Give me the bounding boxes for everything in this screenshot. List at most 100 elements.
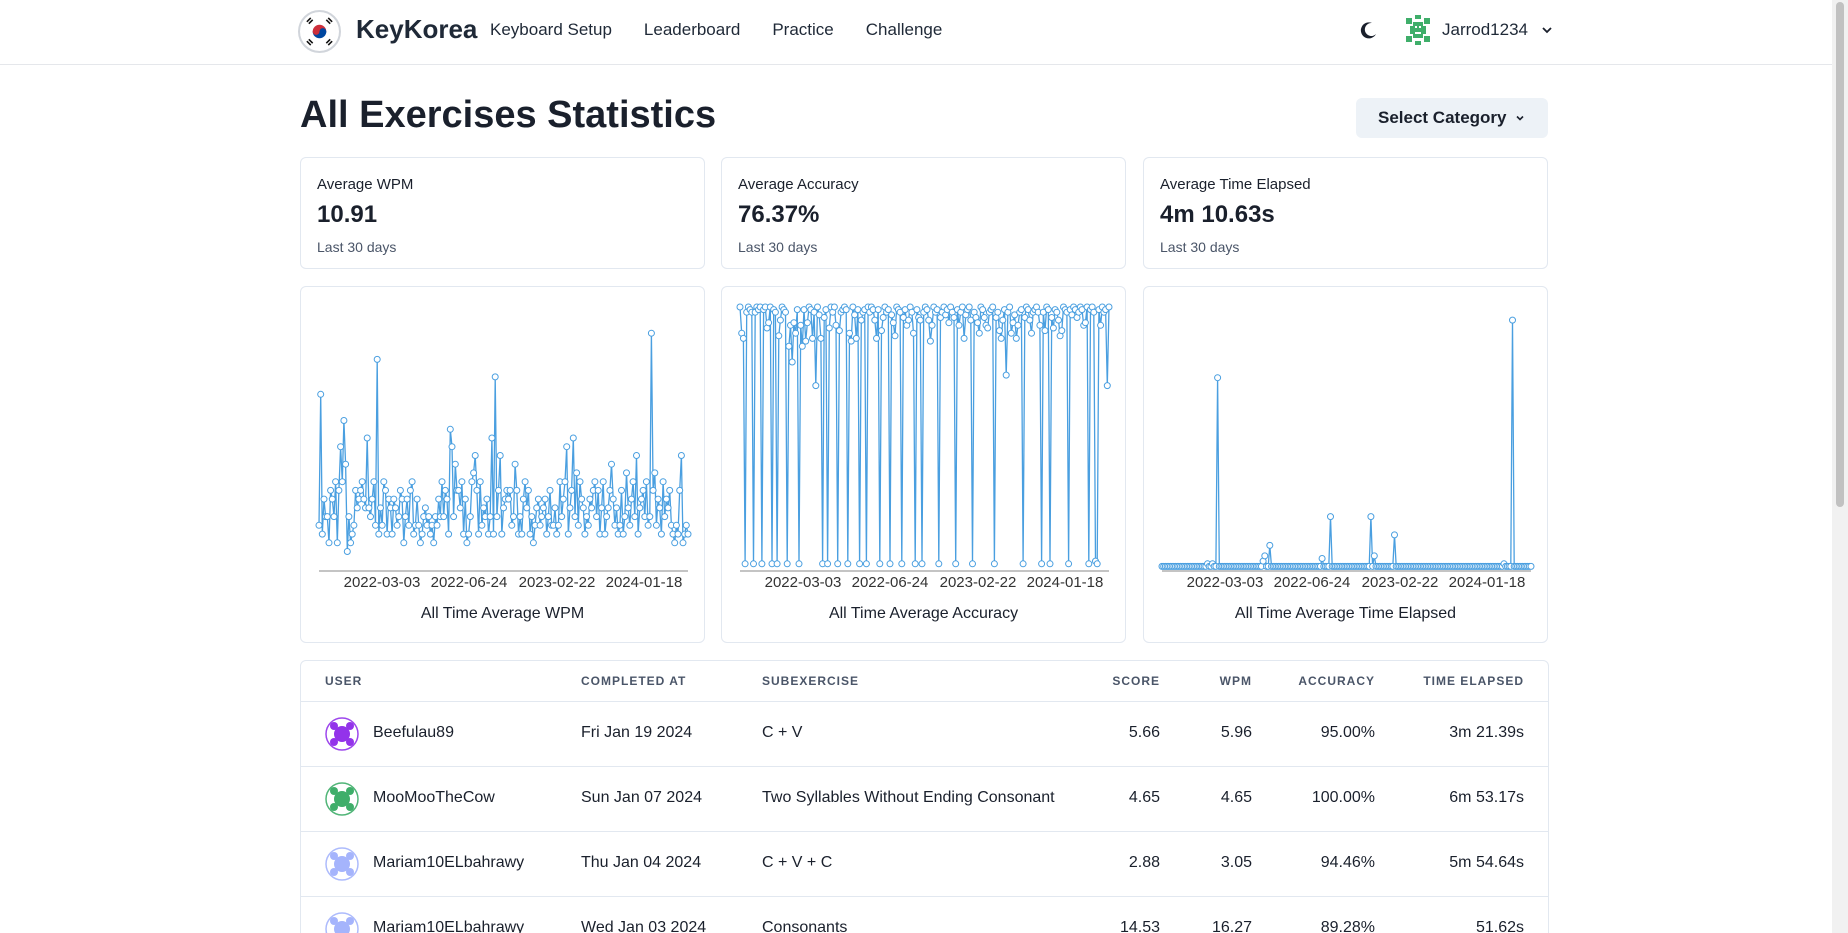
data-point[interactable] xyxy=(421,504,429,512)
data-point[interactable] xyxy=(969,560,976,568)
data-point[interactable] xyxy=(1044,306,1052,314)
data-point[interactable] xyxy=(1002,371,1010,379)
nav-leaderboard[interactable]: Leaderboard xyxy=(644,20,740,40)
data-point[interactable] xyxy=(598,504,606,512)
data-point[interactable] xyxy=(647,329,655,337)
data-point[interactable] xyxy=(538,513,546,521)
nav-keyboard-setup[interactable]: Keyboard Setup xyxy=(490,20,612,40)
data-point[interactable] xyxy=(1527,562,1535,570)
data-point[interactable] xyxy=(508,521,516,529)
data-point[interactable] xyxy=(782,308,789,316)
data-point[interactable] xyxy=(588,504,596,512)
data-point[interactable] xyxy=(327,486,335,494)
data-point[interactable] xyxy=(886,560,894,568)
data-point[interactable] xyxy=(443,495,451,503)
data-point[interactable] xyxy=(649,486,657,494)
data-point[interactable] xyxy=(955,321,963,329)
data-point[interactable] xyxy=(775,332,783,340)
data-point[interactable] xyxy=(824,560,832,568)
data-point[interactable] xyxy=(1019,560,1027,568)
data-point[interactable] xyxy=(433,521,441,529)
data-point[interactable] xyxy=(608,460,615,468)
data-point[interactable] xyxy=(390,495,398,503)
data-point[interactable] xyxy=(994,308,1002,316)
data-point[interactable] xyxy=(788,358,796,366)
data-point[interactable] xyxy=(634,530,642,538)
data-point[interactable] xyxy=(835,327,843,335)
data-point[interactable] xyxy=(368,495,376,503)
data-point[interactable] xyxy=(544,513,552,521)
data-point[interactable] xyxy=(671,539,679,547)
data-point[interactable] xyxy=(797,321,805,329)
data-point[interactable] xyxy=(644,521,652,529)
data-point[interactable] xyxy=(536,521,544,529)
page-scrollbar[interactable] xyxy=(1832,0,1848,933)
data-point[interactable] xyxy=(395,513,403,521)
data-point[interactable] xyxy=(1081,319,1089,327)
data-point[interactable] xyxy=(325,539,333,547)
data-point[interactable] xyxy=(377,504,384,512)
data-point[interactable] xyxy=(1046,560,1054,568)
data-point[interactable] xyxy=(551,504,559,512)
data-point[interactable] xyxy=(521,478,529,486)
data-point[interactable] xyxy=(373,355,381,363)
data-point[interactable] xyxy=(330,513,338,521)
data-point[interactable] xyxy=(473,486,481,494)
data-point[interactable] xyxy=(554,521,562,529)
data-point[interactable] xyxy=(618,486,625,494)
data-point[interactable] xyxy=(1065,560,1073,568)
data-point[interactable] xyxy=(579,504,587,512)
data-point[interactable] xyxy=(1370,552,1378,560)
data-point[interactable] xyxy=(888,311,896,319)
data-point[interactable] xyxy=(533,504,541,512)
data-point[interactable] xyxy=(348,530,356,538)
data-point[interactable] xyxy=(1103,382,1111,390)
data-point[interactable] xyxy=(593,513,601,521)
data-point[interactable] xyxy=(990,560,998,568)
data-point[interactable] xyxy=(1097,321,1105,329)
data-point[interactable] xyxy=(350,521,358,529)
data-point[interactable] xyxy=(1036,321,1044,329)
scrollbar-thumb[interactable] xyxy=(1836,2,1844,507)
data-point[interactable] xyxy=(415,521,423,529)
data-point[interactable] xyxy=(834,560,842,568)
data-point[interactable] xyxy=(335,486,343,494)
data-point[interactable] xyxy=(629,478,637,486)
data-point[interactable] xyxy=(418,530,426,538)
data-point[interactable] xyxy=(846,329,853,337)
data-point[interactable] xyxy=(619,530,627,538)
data-point[interactable] xyxy=(842,306,850,314)
data-point[interactable] xyxy=(380,478,388,486)
data-point[interactable] xyxy=(974,319,982,327)
data-point[interactable] xyxy=(1058,327,1066,335)
data-point[interactable] xyxy=(1053,308,1061,316)
data-point[interactable] xyxy=(825,324,833,332)
data-point[interactable] xyxy=(468,478,476,486)
data-point[interactable] xyxy=(510,513,517,521)
data-point[interactable] xyxy=(923,306,931,314)
data-point[interactable] xyxy=(679,539,687,547)
data-point[interactable] xyxy=(657,530,665,538)
data-point[interactable] xyxy=(905,316,912,324)
data-point[interactable] xyxy=(621,513,629,521)
data-point[interactable] xyxy=(518,530,526,538)
data-point[interactable] xyxy=(405,521,413,529)
data-point[interactable] xyxy=(498,530,506,538)
data-point[interactable] xyxy=(795,560,803,568)
data-point[interactable] xyxy=(911,560,919,568)
row-user[interactable]: Beefulau89 xyxy=(373,724,454,742)
data-point[interactable] xyxy=(563,443,571,451)
data-point[interactable] xyxy=(785,342,793,350)
data-point[interactable] xyxy=(771,308,779,316)
data-point[interactable] xyxy=(636,504,644,512)
data-point[interactable] xyxy=(546,486,554,494)
row-user[interactable]: Mariam10ELbahrawy xyxy=(373,854,524,872)
data-point[interactable] xyxy=(1041,327,1049,335)
data-point[interactable] xyxy=(328,495,336,503)
data-point[interactable] xyxy=(491,373,499,381)
data-point[interactable] xyxy=(524,486,532,494)
data-point[interactable] xyxy=(363,434,371,442)
col-completed-at[interactable]: COMPLETED AT xyxy=(581,674,686,688)
data-point[interactable] xyxy=(878,327,885,335)
data-point[interactable] xyxy=(317,390,325,398)
